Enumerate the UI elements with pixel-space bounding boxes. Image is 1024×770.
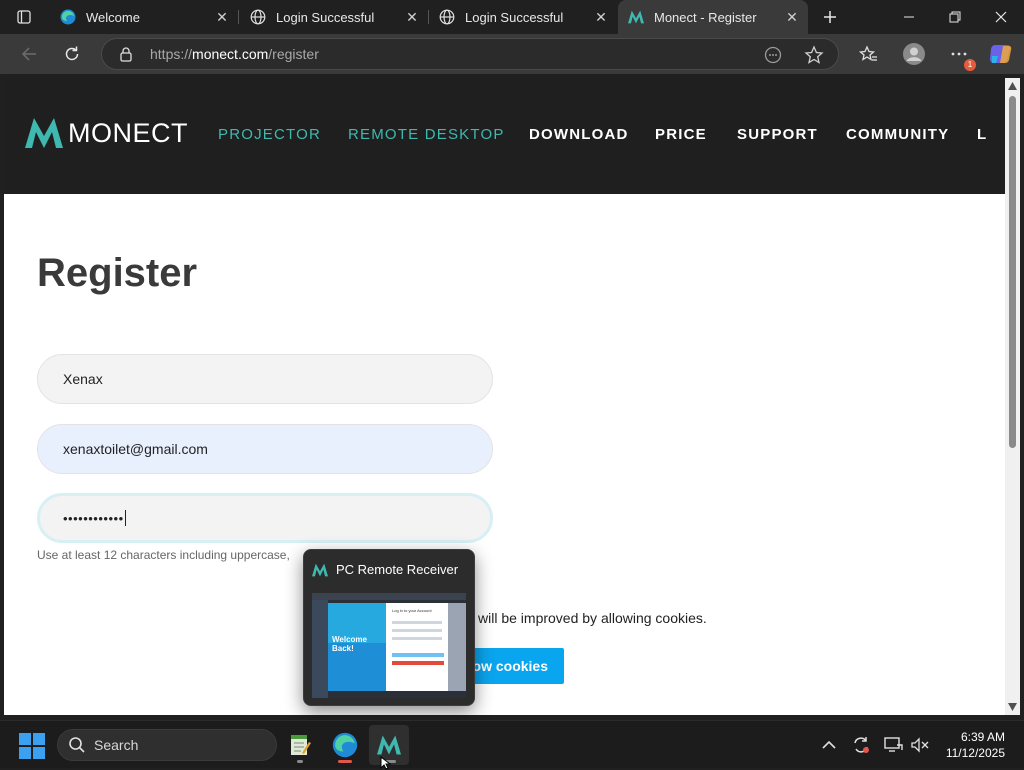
close-icon[interactable]: ✕: [782, 7, 802, 27]
nav-support[interactable]: SUPPORT: [737, 126, 818, 143]
edge-icon: [60, 9, 76, 25]
globe-icon: [250, 9, 266, 25]
page-viewport: MONECT PROJECTOR REMOTE DESKTOP DOWNLOAD…: [4, 78, 1005, 715]
minimize-icon[interactable]: [886, 0, 932, 34]
taskbar-search[interactable]: Search: [57, 729, 277, 761]
address-bar[interactable]: https://monect.com/register: [101, 38, 839, 70]
favorite-star-icon[interactable]: [804, 45, 824, 65]
page-scrollbar[interactable]: [1005, 78, 1020, 715]
tab-monect-register[interactable]: Monect - Register ✕: [618, 0, 808, 34]
copilot-icon[interactable]: [986, 39, 1016, 69]
nav-price[interactable]: PRICE: [655, 126, 707, 143]
window-preview[interactable]: Welcome Back! Log in to your Account: [312, 593, 466, 698]
sync-icon[interactable]: [851, 735, 871, 755]
globe-icon: [439, 9, 455, 25]
logo-wordmark: MONECT: [68, 117, 188, 148]
browser-tab-strip: Welcome ✕ Login Successful ✕ Login Succe…: [0, 0, 1024, 34]
nav-remote-desktop[interactable]: REMOTE DESKTOP: [348, 126, 505, 143]
email-input[interactable]: [63, 441, 463, 457]
username-input[interactable]: [63, 371, 463, 387]
tab-login-successful-2[interactable]: Login Successful ✕: [429, 0, 617, 34]
tab-actions-icon[interactable]: [10, 6, 38, 28]
nav-community[interactable]: COMMUNITY: [846, 126, 949, 143]
nav-download[interactable]: DOWNLOAD: [529, 126, 629, 143]
settings-more-icon[interactable]: 1: [944, 39, 976, 71]
password-input[interactable]: ••••••••••••: [63, 511, 124, 526]
display-icon[interactable]: [883, 735, 903, 755]
tab-title: Monect - Register: [654, 9, 757, 25]
cookie-banner-text: will be improved by allowing cookies.: [478, 610, 707, 626]
running-indicator: [297, 760, 303, 763]
lock-icon[interactable]: [118, 46, 134, 62]
monect-logo-icon: [25, 118, 63, 148]
edge-icon: [332, 732, 358, 758]
read-aloud-icon[interactable]: [764, 46, 782, 64]
close-icon[interactable]: ✕: [591, 7, 611, 27]
site-logo[interactable]: MONECT: [25, 118, 188, 148]
browser-toolbar: https://monect.com/register 1: [0, 34, 1024, 74]
notepad-icon: [291, 735, 311, 755]
taskbar-thumbnail-popup[interactable]: PC Remote Receiver Welcome Back! Log in …: [303, 549, 475, 706]
close-window-icon[interactable]: [978, 0, 1024, 34]
tab-title: Welcome: [86, 9, 140, 25]
tab-title: Login Successful: [276, 9, 375, 25]
url-text: https://monect.com/register: [150, 46, 319, 62]
search-label: Search: [94, 737, 139, 753]
system-clock[interactable]: 6:39 AM 11/12/2025: [946, 729, 1005, 761]
notification-badge: 1: [964, 59, 976, 71]
favorites-icon[interactable]: [853, 39, 883, 69]
close-icon[interactable]: ✕: [402, 7, 422, 27]
username-field[interactable]: [37, 354, 493, 404]
text-caret: [124, 510, 126, 526]
preview-welcome-text: Welcome Back!: [332, 635, 367, 653]
taskbar-notepad[interactable]: [280, 725, 320, 765]
clock-time: 6:39 AM: [960, 730, 1005, 744]
close-icon[interactable]: ✕: [212, 7, 232, 27]
windows-taskbar: Search 6:39 AM 11/12/2025: [0, 720, 1024, 768]
password-field[interactable]: ••••••••••••: [37, 493, 493, 543]
nav-projector[interactable]: PROJECTOR: [218, 126, 321, 143]
scrollbar-thumb[interactable]: [1009, 96, 1016, 448]
restore-icon[interactable]: [932, 0, 978, 34]
running-indicator: [338, 760, 352, 763]
chevron-up-icon[interactable]: [819, 735, 839, 755]
nav-login-truncated[interactable]: L: [977, 126, 987, 143]
tab-title: Login Successful: [465, 9, 564, 25]
thumbnail-header: PC Remote Receiver: [312, 562, 458, 577]
site-header: MONECT PROJECTOR REMOTE DESKTOP DOWNLOAD…: [4, 78, 1005, 194]
tab-login-successful-1[interactable]: Login Successful ✕: [240, 0, 428, 34]
monect-logo-icon: [312, 563, 328, 576]
volume-muted-icon[interactable]: [910, 735, 930, 755]
monect-icon: [377, 735, 401, 755]
preview-dialog-title: Log in to your Account: [392, 608, 432, 613]
scroll-up-icon[interactable]: [1008, 82, 1017, 90]
new-tab-icon[interactable]: [818, 5, 842, 29]
taskbar-edge[interactable]: [325, 725, 365, 765]
clock-date: 11/12/2025: [945, 746, 1005, 760]
page-title: Register: [37, 251, 198, 295]
thumbnail-title: PC Remote Receiver: [336, 562, 459, 577]
windows-start-icon[interactable]: [19, 733, 45, 759]
profile-avatar[interactable]: [899, 39, 929, 69]
scroll-down-icon[interactable]: [1008, 703, 1017, 711]
search-icon: [69, 737, 85, 753]
refresh-icon[interactable]: [57, 39, 87, 69]
email-field[interactable]: [37, 424, 493, 474]
monect-logo-icon: [628, 9, 644, 25]
back-icon[interactable]: [14, 39, 44, 69]
tab-welcome[interactable]: Welcome ✕: [50, 0, 238, 34]
